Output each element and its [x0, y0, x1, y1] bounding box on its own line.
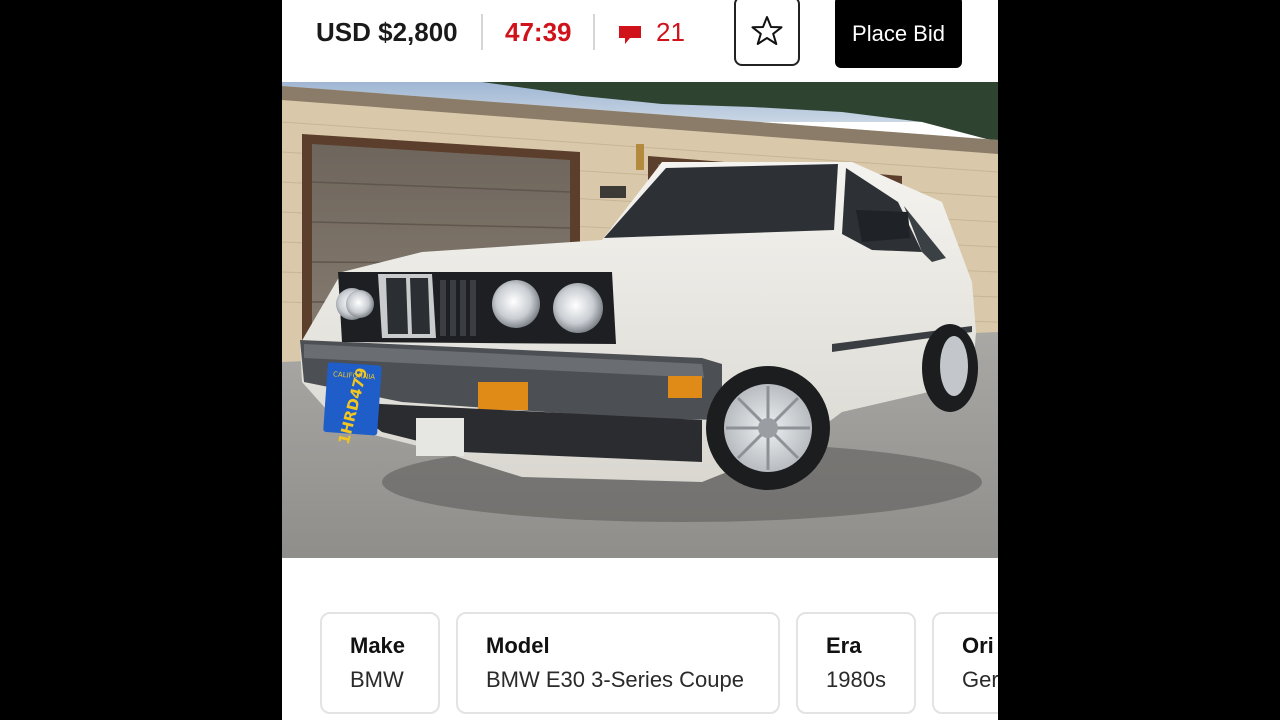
spec-value: BMW E30 3-Series Coupe — [486, 667, 744, 692]
spec-value: Ger — [962, 667, 998, 692]
spec-label: Make — [350, 633, 406, 658]
spec-card-make[interactable]: Make BMW — [320, 612, 440, 714]
spec-label: Ori — [962, 633, 994, 658]
divider — [481, 14, 483, 50]
spec-card-origin[interactable]: Ori Ger — [932, 612, 998, 714]
comments-link[interactable]: 21 — [618, 14, 685, 50]
auction-status-bar: USD $2,800 47:39 21 Place Bid — [282, 0, 998, 82]
divider — [593, 14, 595, 50]
spec-cards-row: Make BMW Model BMW E30 3-Series Coupe Er… — [320, 612, 998, 716]
spec-label: Era — [826, 633, 862, 658]
auction-listing-screen: USD $2,800 47:39 21 Place Bid CALIFORNIA… — [282, 0, 998, 720]
listing-photo[interactable]: CALIFORNIA 1HRD479 — [282, 82, 998, 558]
spec-value: BMW — [350, 667, 404, 692]
place-bid-button[interactable]: Place Bid — [835, 0, 962, 68]
star-icon — [751, 16, 783, 45]
comment-count: 21 — [656, 16, 685, 47]
watch-button[interactable] — [734, 0, 800, 66]
time-remaining: 47:39 — [505, 17, 572, 47]
spec-value: 1980s — [826, 667, 886, 692]
spec-card-era[interactable]: Era 1980s — [796, 612, 916, 714]
spec-card-model[interactable]: Model BMW E30 3-Series Coupe — [456, 612, 780, 714]
current-bid-price: USD $2,800 — [316, 17, 458, 47]
comment-bubble-icon — [619, 26, 641, 44]
spec-label: Model — [486, 633, 550, 658]
car-photo: CALIFORNIA 1HRD479 — [282, 82, 998, 558]
